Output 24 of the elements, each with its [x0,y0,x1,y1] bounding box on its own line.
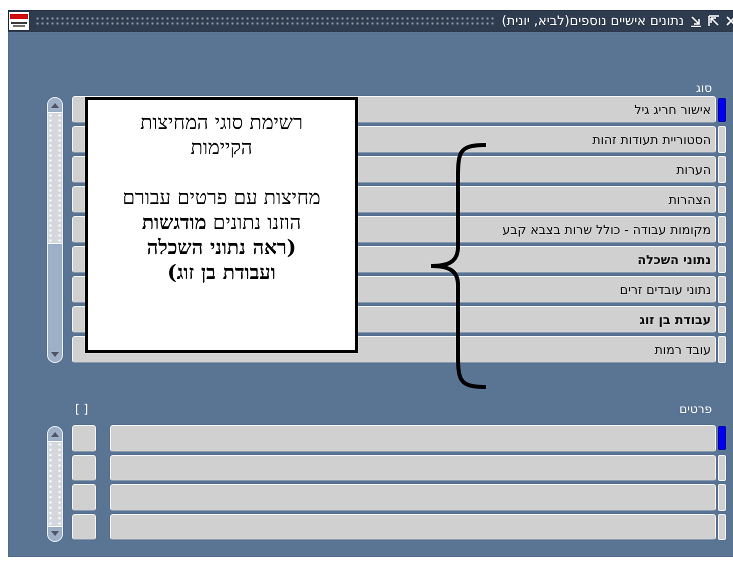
minimize-icon[interactable] [690,15,702,27]
record-indicator[interactable] [718,426,726,450]
checkbox-field[interactable] [72,454,96,481]
maximize-icon[interactable] [708,15,720,27]
column-label: סוג [696,80,712,96]
scrollbar[interactable] [47,426,63,542]
column-label: פרטים [679,401,712,417]
scroll-down-icon[interactable] [50,352,60,358]
record-indicator[interactable] [718,98,726,122]
detail-field[interactable] [110,454,716,481]
logo-icon [9,12,29,30]
scroll-down-icon[interactable] [50,531,60,537]
checkbox-field[interactable] [72,514,96,540]
close-icon[interactable] [726,15,733,27]
detail-field[interactable] [110,425,716,452]
checkbox-field[interactable] [72,425,96,452]
scrollbar[interactable] [47,97,63,363]
detail-field[interactable] [110,514,716,540]
column-label: [ ] [75,402,88,416]
checkbox-field[interactable] [72,484,96,510]
detail-field[interactable] [110,484,716,510]
scroll-up-icon[interactable] [50,431,60,437]
window-title: נתונים אישיים נוספים(לביא, יונית) [502,14,684,28]
scroll-up-icon[interactable] [50,102,60,108]
